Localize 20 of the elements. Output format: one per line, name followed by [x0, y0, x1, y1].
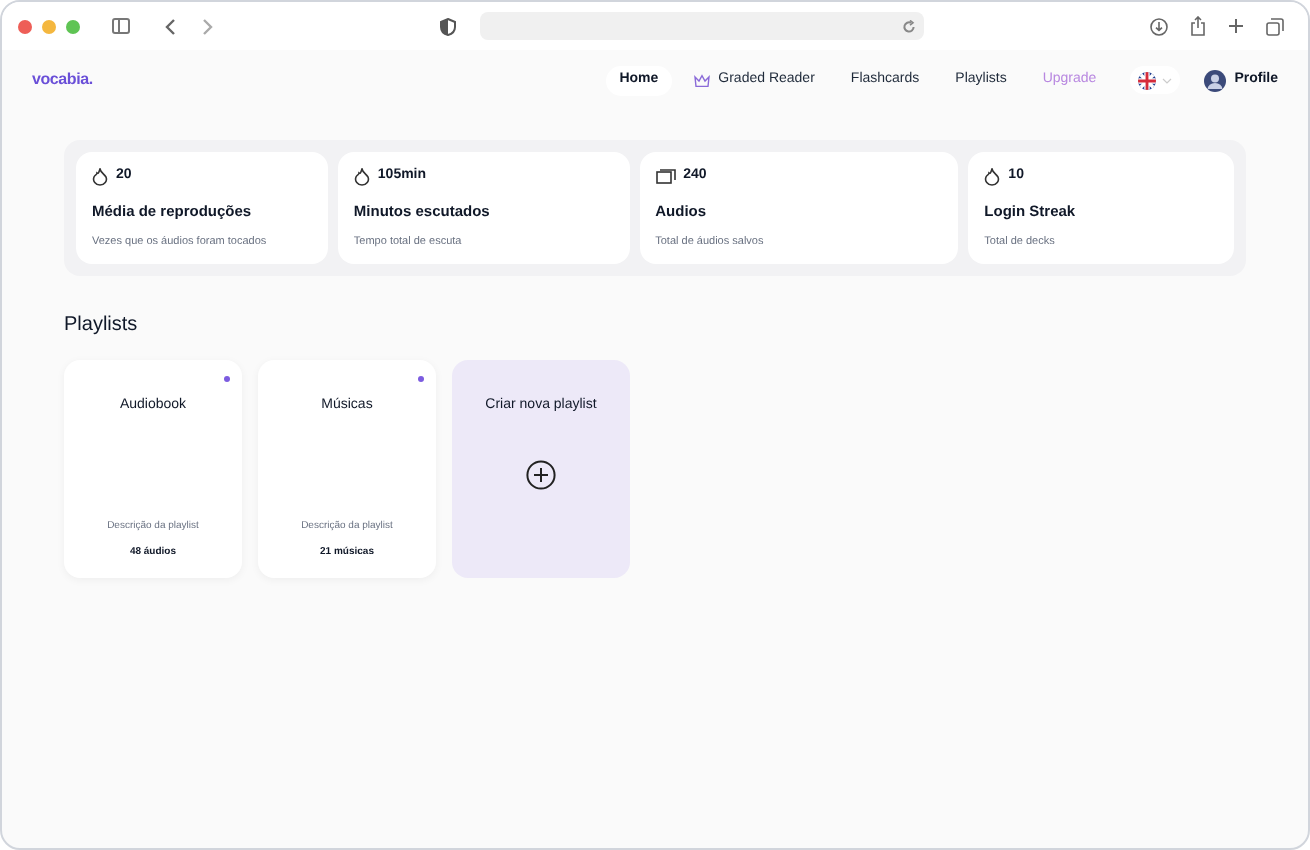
- flame-icon: [353, 167, 370, 186]
- plus-circle-icon: [526, 459, 556, 489]
- language-selector[interactable]: [1130, 66, 1181, 94]
- back-icon[interactable]: [164, 17, 176, 35]
- flag-icon: [1138, 71, 1157, 89]
- stack-icon: [655, 168, 676, 185]
- reload-icon: [902, 19, 916, 33]
- shield-icon[interactable]: [440, 17, 456, 35]
- plus-icon[interactable]: [1228, 18, 1244, 34]
- crown-icon: [694, 73, 711, 87]
- download-icon[interactable]: [1150, 17, 1168, 35]
- share-icon[interactable]: [1190, 16, 1206, 36]
- flame-icon: [92, 167, 108, 186]
- tabs-icon[interactable]: [1266, 17, 1284, 35]
- sidebar-icon[interactable]: [112, 18, 130, 34]
- avatar[interactable]: [1204, 69, 1227, 91]
- flame-icon: [984, 167, 1001, 186]
- section-title: Playlists: [64, 312, 140, 340]
- brand-logo[interactable]: vocabia.: [32, 68, 93, 92]
- chevron-down-icon: [1162, 77, 1173, 83]
